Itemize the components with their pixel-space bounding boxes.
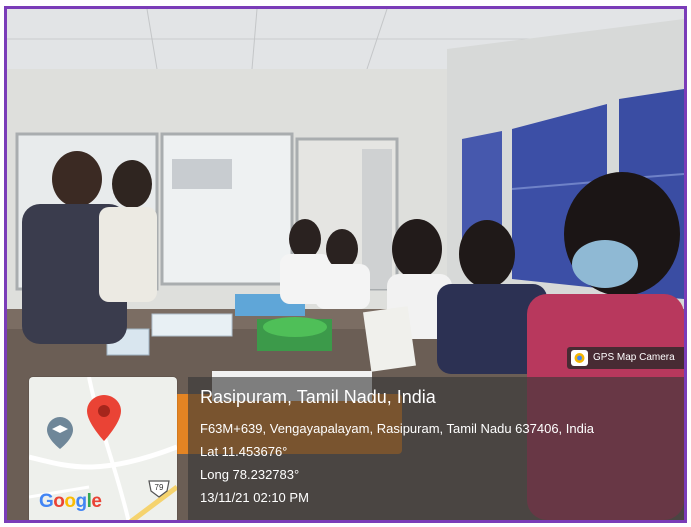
graduation-cap-icon <box>47 417 73 449</box>
location-title: Rasipuram, Tamil Nadu, India <box>200 387 436 407</box>
gps-map-camera-badge: GPS Map Camera <box>567 347 684 369</box>
badge-label: GPS Map Camera <box>593 352 675 363</box>
road-sign-label: 79 <box>155 483 164 492</box>
longitude: Long 78.232783° <box>200 467 300 482</box>
map-thumbnail[interactable]: 79 Google <box>29 377 177 520</box>
road-sign-icon: 79 <box>148 480 170 498</box>
latitude: Lat 11.453676° <box>200 444 288 459</box>
address-line: F63M+639, Vengayapalayam, Rasipuram, Tam… <box>200 421 594 436</box>
photo-frame: 79 Google Rasipuram, Tamil Nadu, India F… <box>4 6 687 523</box>
map-pin-icon <box>87 395 121 441</box>
timestamp: 13/11/21 02:10 PM <box>200 490 309 505</box>
camera-icon <box>571 350 588 366</box>
location-overlay: Rasipuram, Tamil Nadu, India F63M+639, V… <box>188 377 684 520</box>
google-logo: Google <box>39 491 102 512</box>
